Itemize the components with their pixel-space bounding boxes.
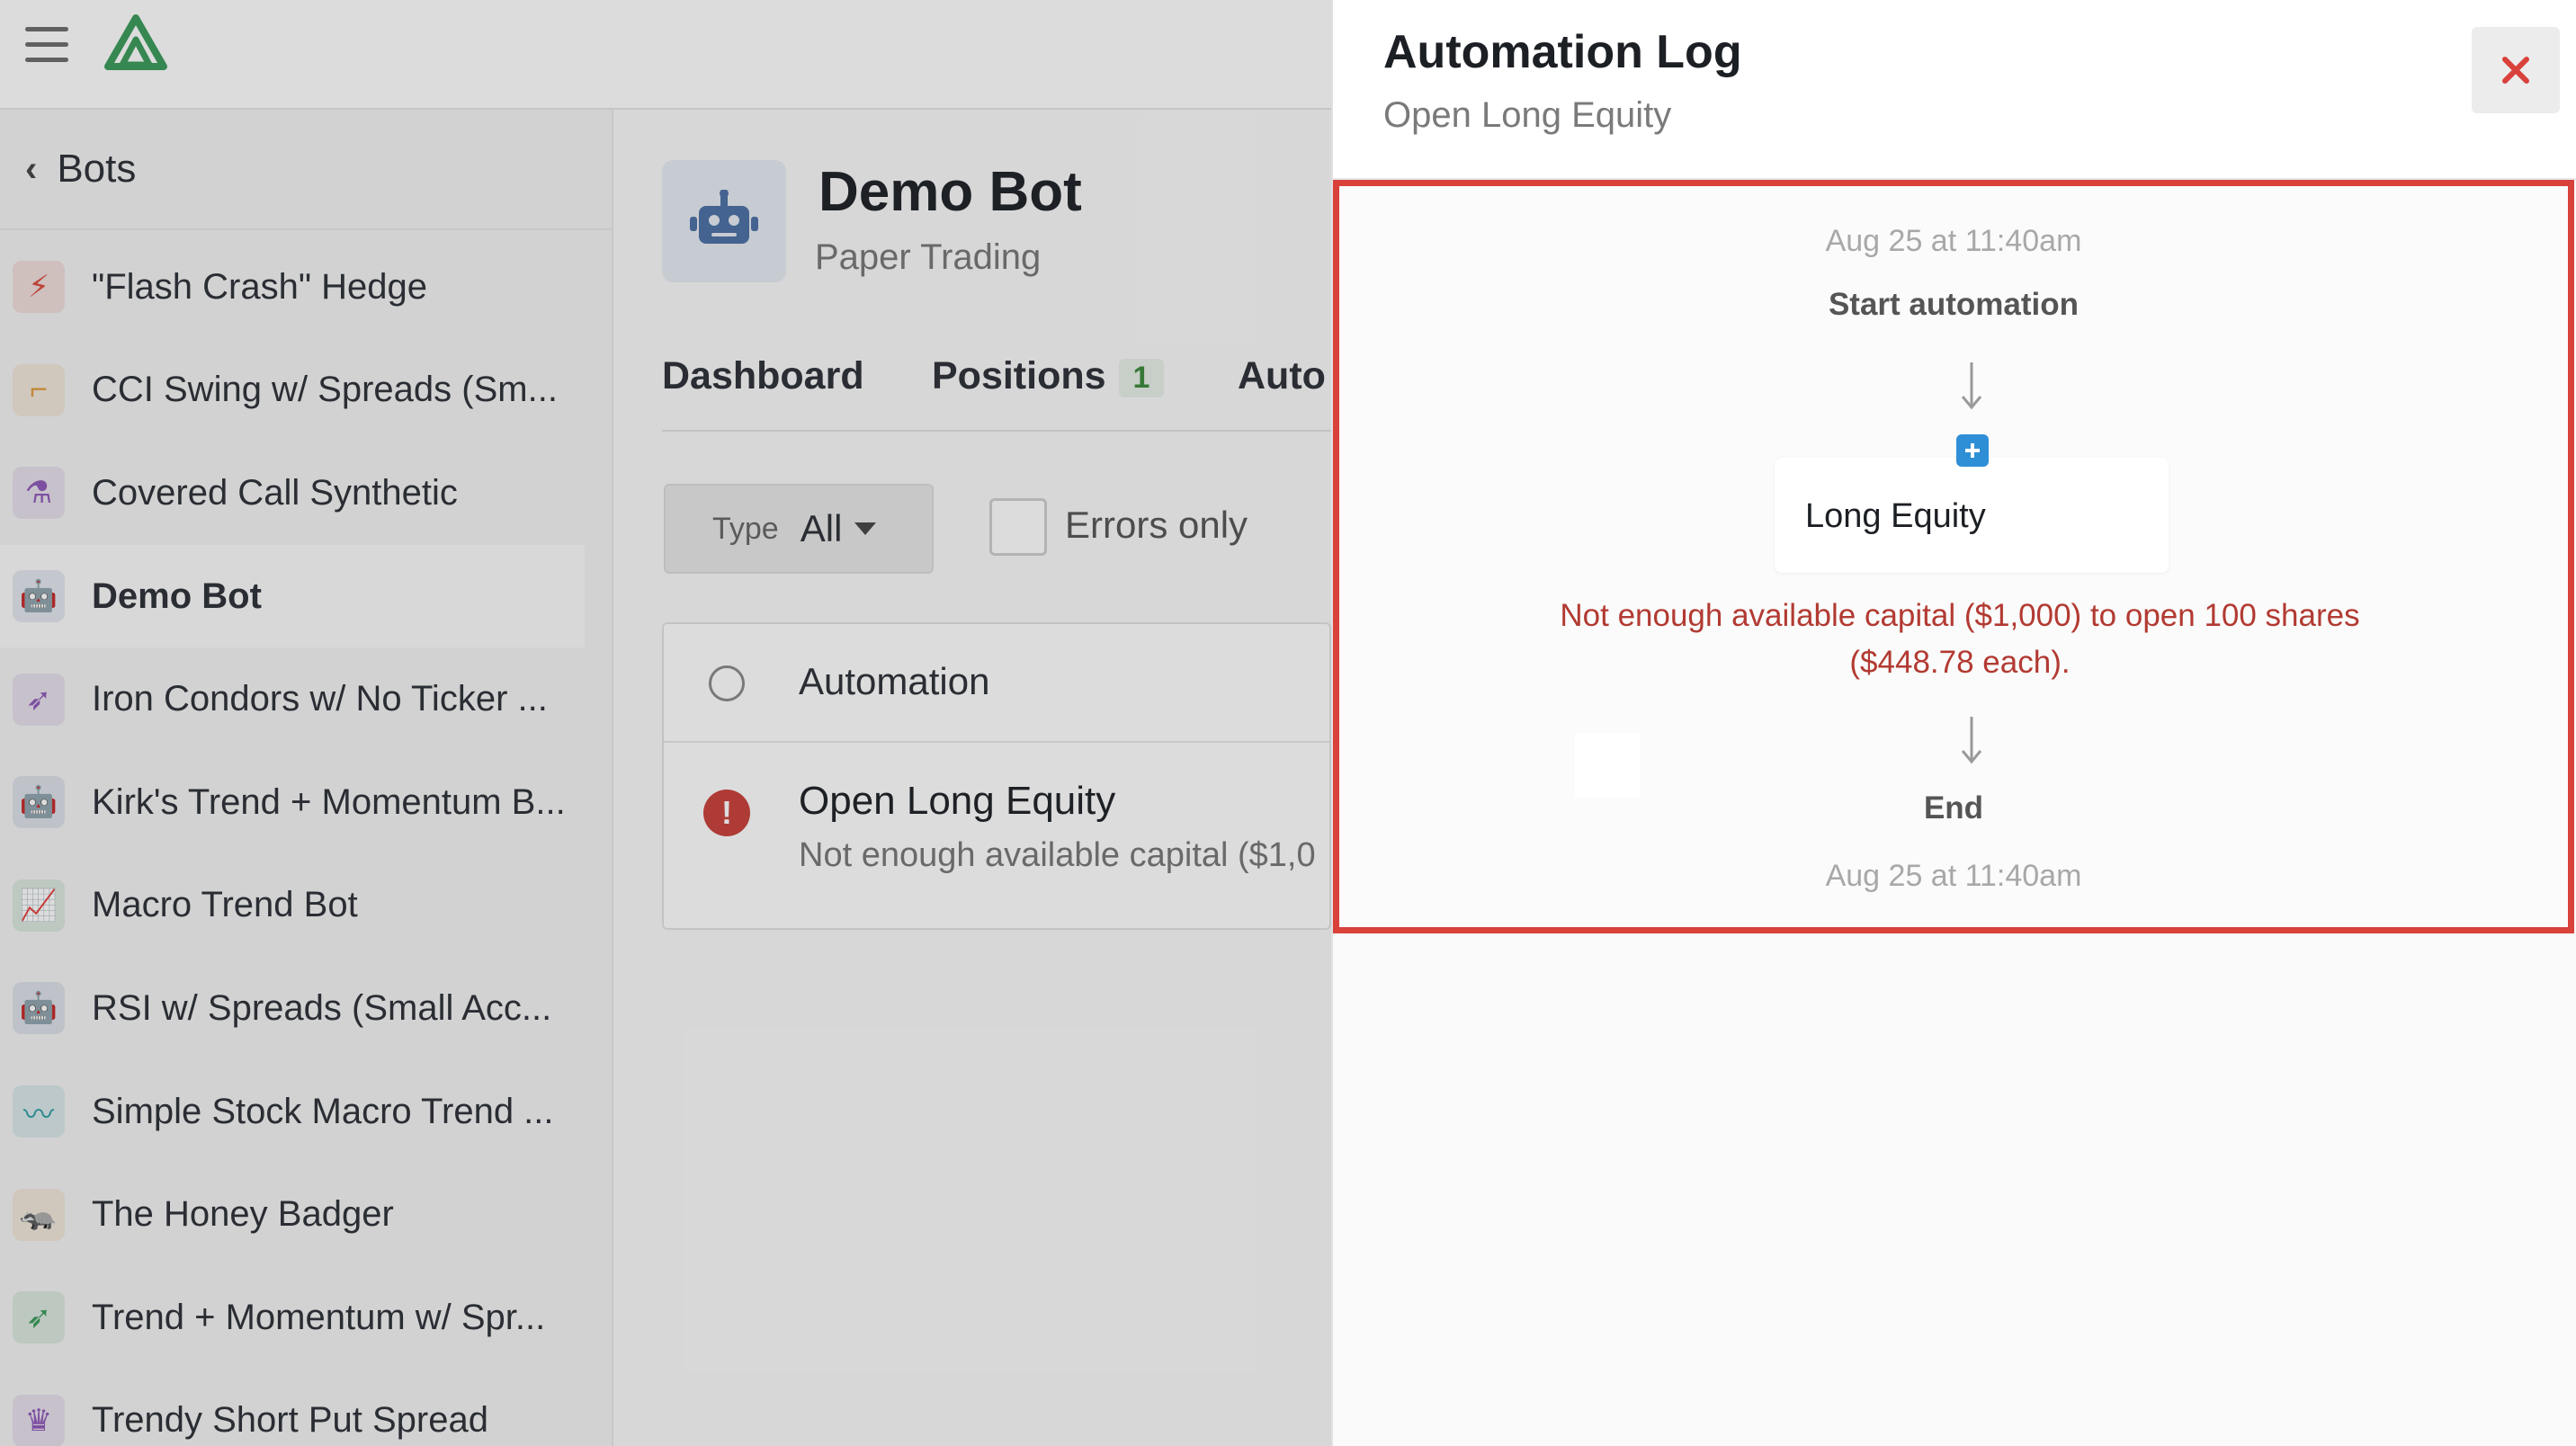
start-automation-label: Start automation bbox=[1828, 287, 2080, 322]
error-message: Not enough available capital ($1,000) to… bbox=[1560, 598, 2360, 680]
placeholder-square bbox=[1575, 733, 1640, 798]
modal-backdrop[interactable] bbox=[0, 0, 1331, 1446]
start-timestamp: Aug 25 at 11:40am bbox=[1825, 224, 2082, 258]
automation-log-panel: Aug 25 at 11:40am Start automation Long … bbox=[1333, 180, 2574, 933]
drawer-subtitle: Open Long Equity bbox=[1383, 95, 1672, 135]
end-label: End bbox=[1923, 790, 1984, 826]
action-card[interactable]: Long Equity bbox=[1775, 458, 2169, 573]
drawer-header: Automation Log Open Long Equity bbox=[1333, 0, 2576, 180]
action-label: Long Equity bbox=[1805, 497, 1986, 535]
arrow-down-icon bbox=[1961, 717, 1982, 764]
automation-log-drawer: Automation Log Open Long Equity Aug 25 a… bbox=[1331, 0, 2576, 1446]
close-icon bbox=[2502, 57, 2529, 84]
drawer-title: Automation Log bbox=[1383, 26, 1742, 78]
arrow-down-icon bbox=[1961, 362, 1982, 410]
close-button[interactable] bbox=[2472, 27, 2560, 113]
end-timestamp: Aug 25 at 11:40am bbox=[1825, 859, 2082, 893]
plus-icon bbox=[1956, 434, 1989, 467]
